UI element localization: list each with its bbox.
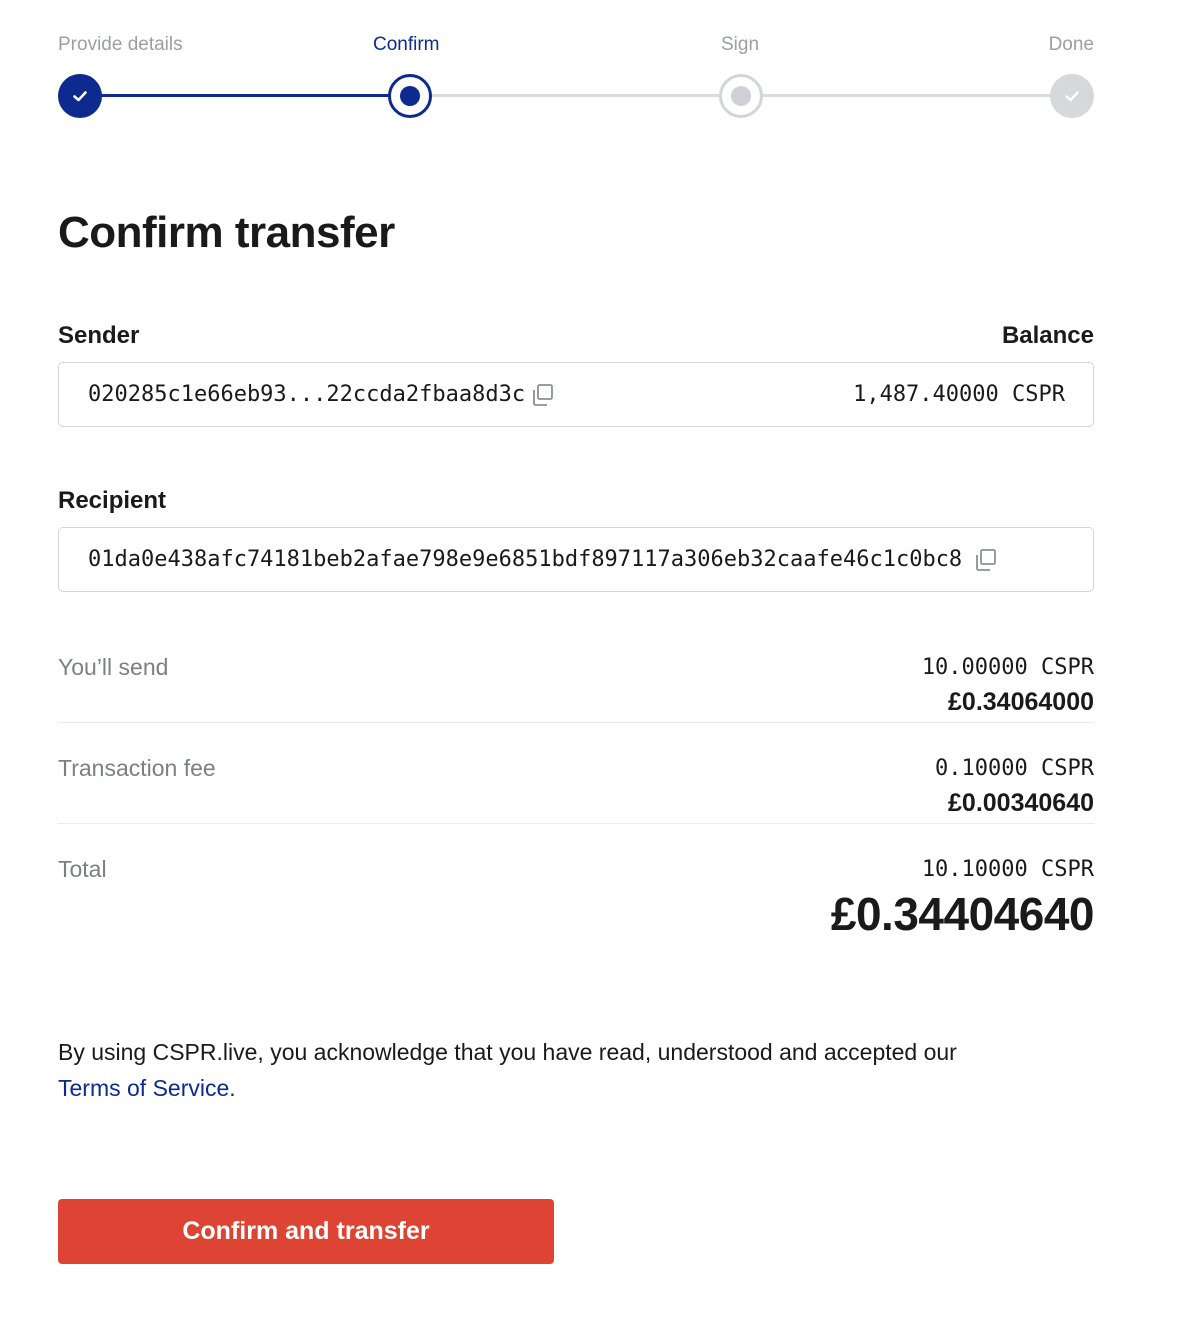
send-amount-crypto: 10.00000 CSPR xyxy=(921,655,1094,680)
sender-field: 020285c1e66eb93...22ccda2fbaa8d3c 1,487.… xyxy=(58,362,1094,427)
recipient-label: Recipient xyxy=(58,487,167,514)
divider xyxy=(58,823,1094,824)
step-label-confirm: Confirm xyxy=(373,34,440,55)
recipient-field: 01da0e438afc74181beb2afae798e9e6851bdf89… xyxy=(58,527,1094,592)
page-title: Confirm transfer xyxy=(58,208,395,257)
step-connector-pending xyxy=(428,94,728,97)
step-label-done: Done xyxy=(1048,34,1094,55)
send-amount-label: You’ll send xyxy=(58,654,169,680)
divider xyxy=(58,722,1094,723)
copy-icon[interactable] xyxy=(529,382,555,408)
terms-notice: By using CSPR.live, you acknowledge that… xyxy=(58,1034,1094,1106)
recipient-address: 01da0e438afc74181beb2afae798e9e6851bdf89… xyxy=(88,547,963,572)
step-label-sign: Sign xyxy=(721,34,760,55)
confirm-and-transfer-button[interactable]: Confirm and transfer xyxy=(58,1199,554,1264)
step-done-checkmark-icon xyxy=(1050,74,1094,118)
send-amount-fiat: £0.34064000 xyxy=(948,688,1094,716)
step-provide-details-checkmark-icon xyxy=(58,74,102,118)
balance-value: 1,487.40000 CSPR xyxy=(853,382,1065,407)
total-fiat: £0.34404640 xyxy=(830,888,1095,940)
transaction-fee-label: Transaction fee xyxy=(58,755,216,781)
step-connector-completed xyxy=(98,94,394,97)
sender-address: 020285c1e66eb93...22ccda2fbaa8d3c xyxy=(88,382,526,407)
terms-text: By using CSPR.live, you acknowledge that… xyxy=(58,1039,957,1065)
total-label: Total xyxy=(58,856,107,882)
step-label-provide-details: Provide details xyxy=(58,34,183,55)
sender-label: Sender xyxy=(58,322,140,349)
transaction-fee-crypto: 0.10000 CSPR xyxy=(935,756,1094,781)
balance-label: Balance xyxy=(1001,322,1094,349)
step-confirm-current-indicator xyxy=(388,74,432,118)
total-crypto: 10.10000 CSPR xyxy=(921,857,1094,882)
terms-of-service-link[interactable]: Terms of Service. xyxy=(58,1075,236,1101)
progress-stepper: Provide details Confirm Sign Done xyxy=(58,30,1094,120)
copy-icon[interactable] xyxy=(972,547,998,573)
step-connector-pending xyxy=(760,94,1060,97)
step-sign-pending-indicator xyxy=(719,74,763,118)
transaction-fee-fiat: £0.00340640 xyxy=(948,789,1094,817)
